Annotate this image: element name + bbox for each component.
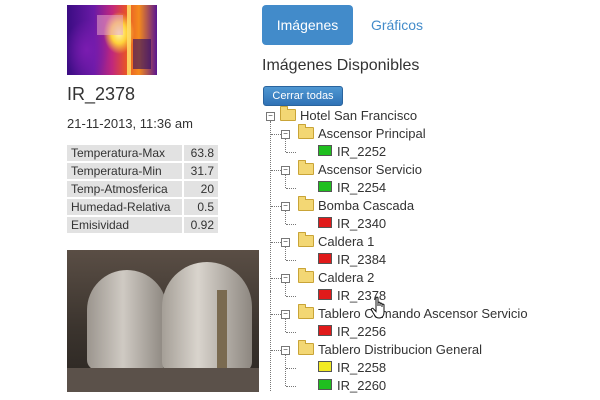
image-tree: − Hotel San Francisco − Ascensor Princip… [262, 106, 600, 400]
folder-icon [298, 340, 314, 355]
table-row: Emisividad 0.92 [67, 217, 218, 233]
stat-value: 20 [184, 181, 218, 197]
stat-value: 0.5 [184, 199, 218, 215]
tree-item-label: IR_2258 [337, 360, 387, 375]
tree-folder[interactable]: Caldera 1 [298, 232, 375, 251]
stat-label: Emisividad [67, 217, 184, 233]
image-title: IR_2378 [67, 84, 136, 104]
stat-label: Temp-Atmosferica [67, 181, 184, 197]
tree-item-label: IR_2256 [337, 324, 387, 339]
folder-icon [298, 196, 314, 211]
status-square-icon [318, 289, 332, 300]
status-square-icon [318, 253, 332, 264]
status-square-icon [318, 181, 332, 192]
tree-root[interactable]: Hotel San Francisco [280, 106, 418, 125]
tree-folder[interactable]: Bomba Cascada [298, 196, 415, 215]
status-square-icon [318, 145, 332, 156]
tree-item[interactable]: IR_2252 [318, 143, 386, 161]
tab-imagenes[interactable]: Imágenes [262, 5, 353, 45]
folder-icon [298, 232, 314, 247]
folder-icon [298, 124, 314, 139]
folder-icon [298, 304, 314, 319]
tree-item-label: IR_2384 [337, 252, 387, 267]
stat-value: 31.7 [184, 163, 218, 179]
tree-root-label: Hotel San Francisco [300, 108, 418, 123]
tree-item[interactable]: IR_2256 [318, 323, 386, 341]
hand-cursor-icon [370, 296, 385, 319]
tree-folder-label: Tablero Comando Ascensor Servicio [318, 306, 528, 321]
thermal-image-thumbnail [67, 5, 157, 75]
stat-label: Temperatura-Min [67, 163, 184, 179]
tree-folder[interactable]: Ascensor Servicio [298, 160, 423, 179]
folder-icon [280, 106, 296, 121]
collapse-folder-icon[interactable]: − [281, 130, 290, 139]
collapse-folder-icon[interactable]: − [281, 202, 290, 211]
collapse-root-icon[interactable]: − [266, 112, 275, 121]
table-row: Temperatura-Min 31.7 [67, 163, 218, 179]
status-square-icon [318, 361, 332, 372]
tree-folder-label: Caldera 1 [318, 234, 375, 249]
tree-item-label: IR_2254 [337, 180, 387, 195]
visible-photo [67, 250, 259, 392]
tree-item[interactable]: IR_2340 [318, 215, 386, 233]
status-square-icon [318, 217, 332, 228]
folder-icon [298, 268, 314, 283]
stat-label: Humedad-Relativa [67, 199, 184, 215]
collapse-folder-icon[interactable]: − [281, 166, 290, 175]
stat-label: Temperatura-Max [67, 145, 184, 161]
collapse-folder-icon[interactable]: − [281, 346, 290, 355]
tree-folder[interactable]: Tablero Comando Ascensor Servicio [298, 304, 528, 323]
tree-item[interactable]: IR_2260 [318, 377, 386, 395]
tree-folder[interactable]: Caldera 2 [298, 268, 375, 287]
tree-folder-label: Caldera 2 [318, 270, 375, 285]
table-row: Temp-Atmosferica 20 [67, 181, 218, 197]
collapse-folder-icon[interactable]: − [281, 274, 290, 283]
stat-value: 0.92 [184, 217, 218, 233]
tree-folder-label: Ascensor Principal [318, 126, 426, 141]
tree-item-label: IR_2340 [337, 216, 387, 231]
status-square-icon [318, 325, 332, 336]
stats-table: Temperatura-Max 63.8 Temperatura-Min 31.… [67, 143, 218, 235]
status-square-icon [318, 379, 332, 390]
collapse-folder-icon[interactable]: − [281, 238, 290, 247]
tree-item-label: IR_2252 [337, 144, 387, 159]
folder-icon [298, 160, 314, 175]
tree-folder-label: Bomba Cascada [318, 198, 415, 213]
tree-item-label: IR_2260 [337, 378, 387, 393]
tree-item[interactable]: IR_2384 [318, 251, 386, 269]
close-all-button[interactable]: Cerrar todas [263, 86, 343, 106]
tab-graficos[interactable]: Gráficos [358, 5, 436, 45]
tree-folder-label: Ascensor Servicio [318, 162, 423, 177]
tree-item[interactable]: IR_2258 [318, 359, 386, 377]
tree-item[interactable]: IR_2254 [318, 179, 386, 197]
tree-folder[interactable]: Ascensor Principal [298, 124, 426, 143]
stat-value: 63.8 [184, 145, 218, 161]
section-title: Imágenes Disponibles [262, 57, 420, 74]
tree-folder[interactable]: Tablero Distribucion General [298, 340, 483, 359]
collapse-folder-icon[interactable]: − [281, 310, 290, 319]
table-row: Humedad-Relativa 0.5 [67, 199, 218, 215]
table-row: Temperatura-Max 63.8 [67, 145, 218, 161]
tree-folder-label: Tablero Distribucion General [318, 342, 483, 357]
image-datetime: 21-11-2013, 11:36 am [67, 116, 193, 131]
